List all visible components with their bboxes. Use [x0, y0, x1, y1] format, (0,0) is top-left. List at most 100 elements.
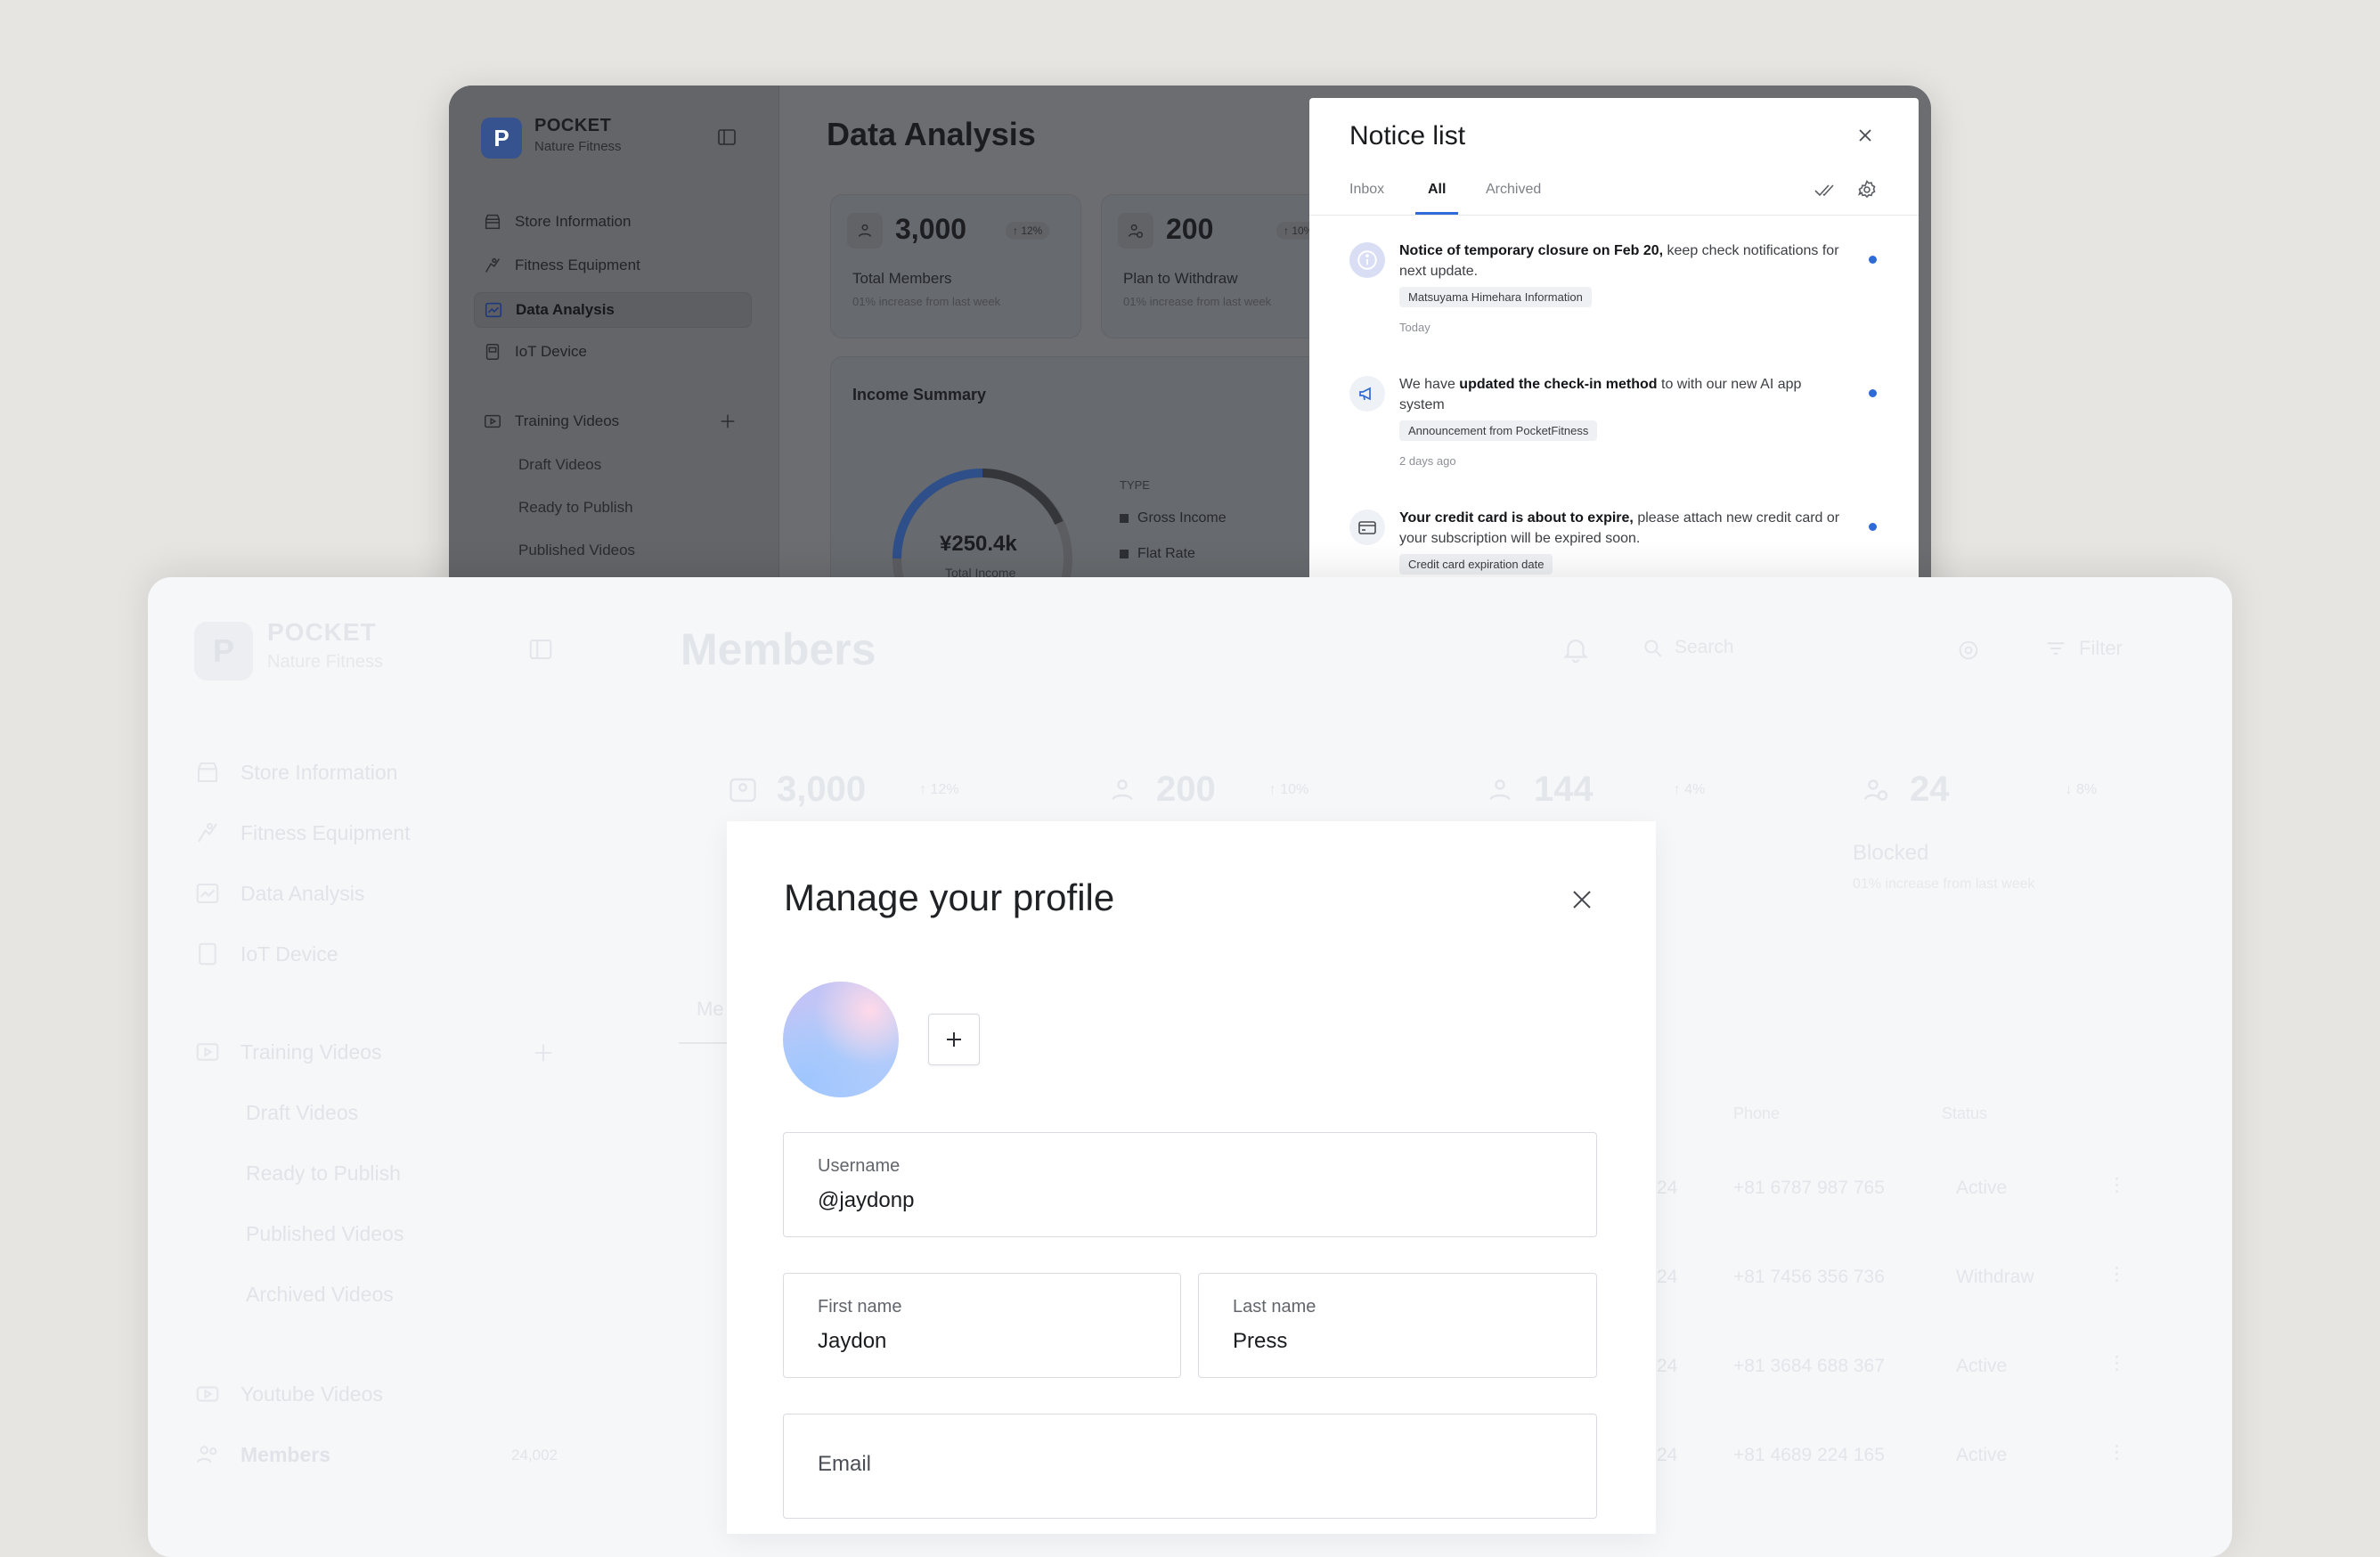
sidebar-item-fitness-equipment[interactable]: Fitness Equipment [483, 256, 640, 275]
credit-card-icon [1349, 509, 1385, 545]
legend-gross-income: Gross Income [1120, 510, 1227, 526]
username-value: @jaydonp [818, 1188, 915, 1212]
more-options-icon[interactable]: ⋮ [2107, 1174, 2126, 1196]
stat-hint: 01% increase from last week [1853, 876, 2035, 892]
column-header-phone[interactable]: Phone [1733, 1105, 1780, 1123]
notice-item[interactable]: We have updated the check-in method to w… [1309, 365, 1919, 490]
stat-change: ↑ 12% [1006, 222, 1050, 240]
brand-subtitle: Nature Fitness [267, 652, 384, 672]
pocket-logo: P [481, 118, 522, 159]
notice-text: We have updated the check-in method to w… [1399, 374, 1845, 415]
more-options-icon[interactable]: ⋮ [2107, 1263, 2126, 1285]
user-icon [1484, 774, 1516, 806]
add-photo-button[interactable] [928, 1014, 980, 1065]
tab-members[interactable]: Me [697, 998, 724, 1021]
more-options-icon[interactable]: ⋮ [2107, 1352, 2126, 1374]
dumbbell-icon [194, 819, 221, 846]
sidebar-item-label: Training Videos [515, 412, 620, 429]
sidebar-item-label: IoT Device [240, 942, 338, 966]
row-date: 24 [1657, 1445, 1678, 1465]
sidebar-subitem-published[interactable]: Published Videos [246, 1222, 403, 1246]
last-name-value: Press [1233, 1329, 1288, 1353]
avatar[interactable] [783, 982, 899, 1097]
withdraw-icon [1118, 213, 1153, 249]
page-title: Members [681, 624, 876, 674]
sidebar-item-youtube-videos[interactable]: Youtube Videos [194, 1381, 383, 1407]
sidebar-item-training-videos[interactable]: Training Videos [483, 412, 619, 431]
type-header: TYPE [1120, 478, 1150, 492]
sidebar-subitem-ready[interactable]: Ready to Publish [246, 1162, 401, 1186]
sidebar-subitem-archived[interactable]: Archived Videos [246, 1283, 394, 1307]
sidebar-item-store-information[interactable]: Store Information [483, 212, 631, 232]
sidebar-item-fitness-equipment[interactable]: Fitness Equipment [194, 819, 410, 846]
first-name-field[interactable]: First name Jaydon [783, 1273, 1181, 1378]
filter-label: Filter [2079, 637, 2123, 659]
sidebar-collapse-icon[interactable] [527, 636, 554, 663]
mark-all-read-icon[interactable] [1814, 180, 1837, 200]
sidebar-item-data-analysis[interactable]: Data Analysis [194, 880, 364, 907]
blocked-user-icon [1860, 774, 1892, 806]
tab-all[interactable]: All [1428, 182, 1446, 198]
tab-inbox[interactable]: Inbox [1349, 182, 1384, 198]
row-status: Active [1956, 1178, 2008, 1198]
stat-value: 3,000 [895, 213, 967, 245]
more-options-icon[interactable]: ⋮ [2107, 1441, 2126, 1463]
notice-time: 2 days ago [1399, 454, 1456, 468]
add-video-icon[interactable] [531, 1040, 556, 1065]
search-input[interactable]: Search [1641, 636, 1734, 659]
stat-card-total-members: 3,000 ↑ 12% Total Members 01% increase f… [830, 194, 1081, 338]
youtube-icon [194, 1381, 221, 1407]
withdraw-icon [1106, 774, 1138, 806]
sidebar-collapse-icon[interactable] [716, 126, 738, 148]
sidebar-subitem-published[interactable]: Published Videos [518, 542, 635, 559]
filter-button[interactable]: Filter [2043, 636, 2123, 661]
stat-change: ↑ 12% [919, 781, 959, 797]
sidebar-item-data-analysis[interactable]: Data Analysis [474, 292, 752, 328]
stat-card: 24 ↓ 8% [1860, 770, 2097, 810]
sidebar-item-label: Store Information [240, 760, 398, 784]
back-sidebar: P POCKET Nature Fitness Store Informatio… [449, 86, 779, 638]
add-video-icon[interactable] [718, 412, 738, 431]
last-name-field[interactable]: Last name Press [1198, 1273, 1597, 1378]
row-phone: +81 4689 224 165 [1733, 1445, 1885, 1465]
sidebar-item-label: Fitness Equipment [515, 257, 640, 273]
modal-title: Manage your profile [784, 876, 1115, 918]
notice-tag: Credit card expiration date [1399, 554, 1553, 575]
stat-change: ↑ 4% [1673, 781, 1706, 797]
plus-icon [943, 1029, 965, 1050]
sidebar-item-training-videos[interactable]: Training Videos [194, 1039, 382, 1065]
row-status: Active [1956, 1445, 2008, 1465]
brand-name: POCKET [534, 116, 612, 135]
stat-card: 3,000 ↑ 12% [727, 770, 959, 810]
settings-gear-icon[interactable] [1856, 179, 1878, 200]
sidebar-item-iot-device[interactable]: IoT Device [483, 342, 587, 362]
tab-archived[interactable]: Archived [1486, 182, 1541, 198]
sidebar-subitem-ready[interactable]: Ready to Publish [518, 499, 633, 517]
close-icon[interactable] [1569, 887, 1594, 912]
chart-icon [194, 880, 221, 907]
sidebar-subitem-draft[interactable]: Draft Videos [518, 456, 601, 474]
members-icon [194, 1441, 221, 1468]
sidebar-item-label: IoT Device [515, 343, 587, 360]
bell-icon[interactable] [1561, 634, 1591, 664]
sidebar-item-label: Store Information [515, 213, 632, 230]
store-icon [194, 759, 221, 786]
sidebar-subitem-draft[interactable]: Draft Videos [246, 1101, 358, 1125]
megaphone-icon [1349, 376, 1385, 412]
legend-label: Gross Income [1137, 510, 1227, 526]
sidebar-item-iot-device[interactable]: IoT Device [194, 941, 338, 967]
email-field[interactable]: Email [783, 1414, 1597, 1519]
row-phone: +81 7456 356 736 [1733, 1267, 1885, 1287]
username-field[interactable]: Username @jaydonp [783, 1132, 1597, 1237]
stat-label: Blocked [1853, 841, 1929, 865]
close-icon[interactable] [1856, 126, 1874, 144]
store-icon [483, 212, 502, 232]
row-date: 24 [1657, 1356, 1678, 1376]
username-label: Username [818, 1156, 901, 1176]
notice-item[interactable]: Notice of temporary closure on Feb 20, k… [1309, 232, 1919, 356]
settings-icon[interactable] [1956, 638, 1981, 663]
unread-dot [1869, 523, 1877, 531]
sidebar-item-members[interactable]: Members [194, 1441, 330, 1468]
column-header-status[interactable]: Status [1942, 1105, 1987, 1123]
sidebar-item-store-information[interactable]: Store Information [194, 759, 397, 786]
